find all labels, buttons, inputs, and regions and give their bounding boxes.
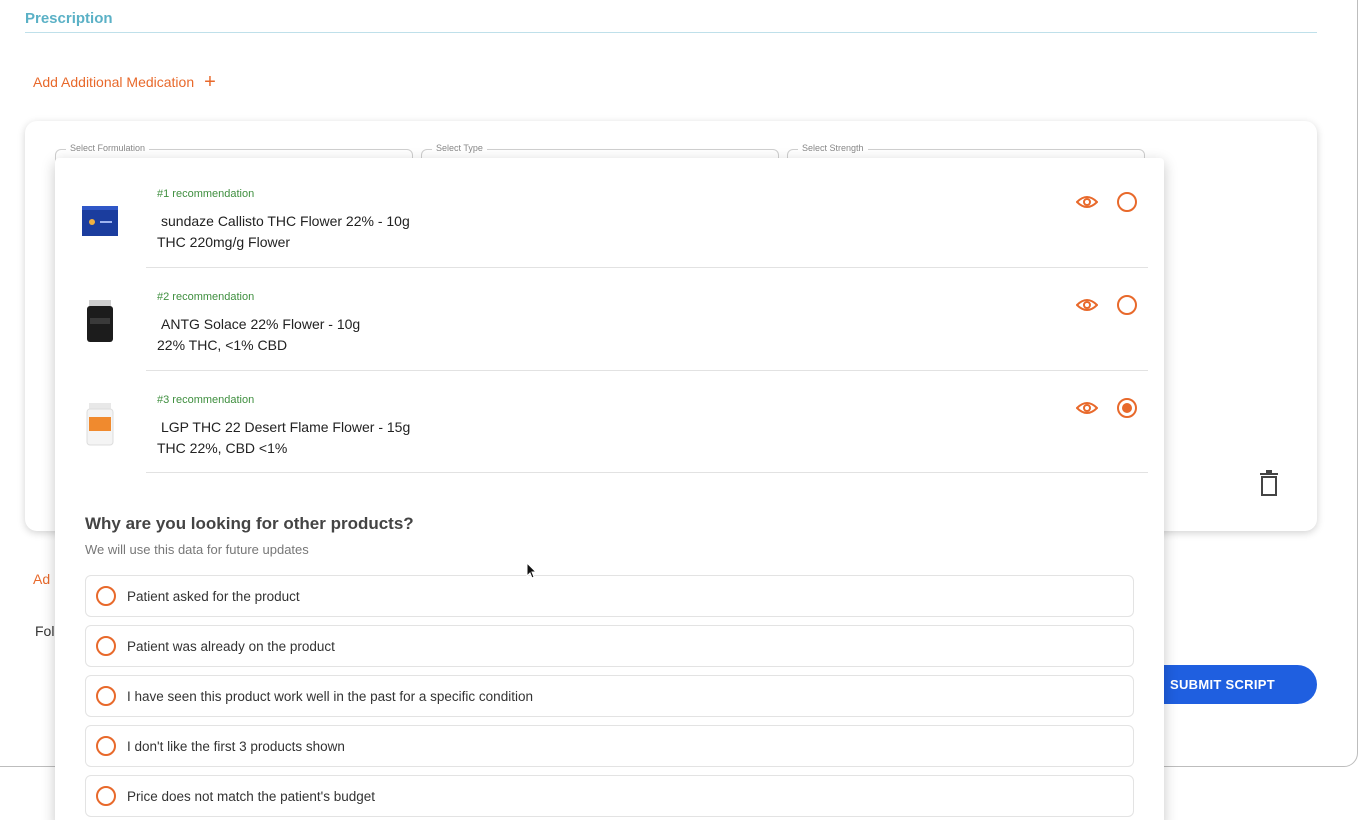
reason-label: Patient asked for the product: [127, 588, 300, 604]
select-formulation-label: Select Formulation: [66, 143, 150, 153]
product-detail: THC 220mg/g Flower: [157, 234, 291, 250]
reason-radio[interactable]: [96, 786, 116, 806]
product-detail: THC 22%, CBD <1%: [157, 440, 288, 456]
recommendation-rank: #1 recommendation: [157, 188, 255, 200]
why-title: Why are you looking for other products?: [85, 514, 414, 533]
follow-up-label-partial: Fol: [35, 623, 55, 639]
product-thumbnail: [82, 206, 118, 236]
trash-icon[interactable]: [1258, 469, 1280, 497]
recommendation-radio[interactable]: [1117, 192, 1137, 212]
recommendation-rank: #3 recommendation: [157, 394, 255, 406]
product-name: LGP THC 22 Desert Flame Flower - 15g: [161, 419, 411, 435]
reason-option[interactable]: Patient asked for the product: [85, 575, 1134, 617]
reason-radio[interactable]: [96, 736, 116, 756]
reason-option[interactable]: I don't like the first 3 products shown: [85, 725, 1134, 767]
reason-label: I don't like the first 3 products shown: [127, 738, 345, 754]
reason-option[interactable]: Patient was already on the product: [85, 625, 1134, 667]
recommendation-radio[interactable]: [1117, 295, 1137, 315]
recommendations-popup: #1 recommendation sundaze Callisto THC F…: [55, 158, 1164, 820]
product-name: ANTG Solace 22% Flower - 10g: [161, 316, 361, 332]
why-subtitle: We will use this data for future updates: [85, 542, 309, 557]
eye-icon[interactable]: [1076, 195, 1098, 209]
select-type-label: Select Type: [432, 143, 487, 153]
add-additional-medication-link[interactable]: Add Additional Medication +: [33, 72, 216, 92]
recommendation-rank: #2 recommendation: [157, 291, 255, 303]
reason-option[interactable]: Price does not match the patient's budge…: [85, 775, 1134, 817]
divider: [146, 472, 1148, 473]
section-title: Prescription: [25, 10, 113, 27]
product-name: sundaze Callisto THC Flower 22% - 10g: [161, 213, 410, 229]
eye-icon[interactable]: [1076, 298, 1098, 312]
reason-label: I have seen this product work well in th…: [127, 688, 533, 704]
divider: [146, 370, 1148, 371]
add-link-partial[interactable]: Ad: [33, 571, 50, 587]
recommendation-radio-selected[interactable]: [1117, 398, 1137, 418]
recommendation-item: #2 recommendation ANTG Solace 22% Flower…: [55, 271, 1164, 374]
recommendation-item: #1 recommendation sundaze Callisto THC F…: [55, 168, 1164, 271]
product-detail: 22% THC, <1% CBD: [157, 337, 288, 353]
reason-radio[interactable]: [96, 586, 116, 606]
plus-icon: +: [204, 71, 216, 93]
select-strength-label: Select Strength: [798, 143, 868, 153]
divider: [146, 267, 1148, 268]
page: Prescription Add Additional Medication +…: [0, 0, 1370, 820]
section-divider: [25, 32, 1317, 33]
reason-label: Price does not match the patient's budge…: [127, 788, 375, 804]
eye-icon[interactable]: [1076, 401, 1098, 415]
reason-label: Patient was already on the product: [127, 638, 335, 654]
reason-radio[interactable]: [96, 636, 116, 656]
reason-option[interactable]: I have seen this product work well in th…: [85, 675, 1134, 717]
add-additional-medication-label: Add Additional Medication: [33, 74, 195, 90]
mouse-cursor-icon: [526, 562, 538, 579]
product-thumbnail: [86, 403, 114, 446]
reason-radio[interactable]: [96, 686, 116, 706]
recommendation-item: #3 recommendation LGP THC 22 Desert Flam…: [55, 374, 1164, 477]
product-thumbnail: [87, 300, 113, 342]
